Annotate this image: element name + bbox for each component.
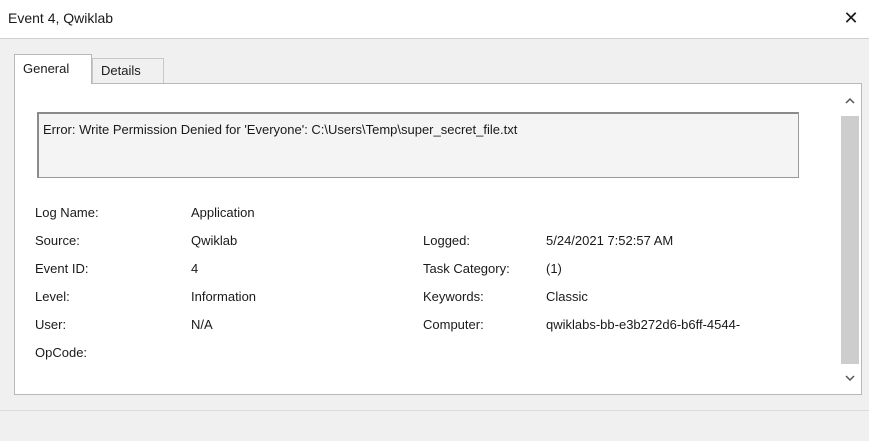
task-category-value: (1) bbox=[546, 261, 562, 276]
chevron-up-icon[interactable] bbox=[841, 94, 859, 112]
event-id-label: Event ID: bbox=[35, 261, 89, 276]
scroll-thumb[interactable] bbox=[841, 116, 859, 364]
general-panel: Error: Write Permission Denied for 'Ever… bbox=[14, 83, 862, 395]
opcode-label: OpCode: bbox=[35, 345, 88, 360]
computer-label: Computer: bbox=[423, 317, 484, 332]
level-value: Information bbox=[191, 289, 257, 304]
title-bar: Event 4, Qwiklab ✕ bbox=[0, 0, 869, 39]
close-button[interactable]: ✕ bbox=[839, 6, 863, 30]
tab-details[interactable]: Details bbox=[92, 58, 164, 84]
computer-value: qwiklabs-bb-e3b272d6-b6ff-4544- bbox=[546, 317, 741, 332]
source-label: Source: bbox=[35, 233, 80, 248]
keywords-label: Keywords: bbox=[423, 289, 484, 304]
logged-value: 5/24/2021 7:52:57 AM bbox=[546, 233, 674, 248]
chevron-down-icon[interactable] bbox=[841, 371, 859, 389]
user-value: N/A bbox=[191, 317, 213, 332]
window-title: Event 4, Qwiklab bbox=[8, 10, 114, 26]
event-message[interactable]: Error: Write Permission Denied for 'Ever… bbox=[37, 112, 799, 178]
keywords-value: Classic bbox=[546, 289, 588, 304]
level-label: Level: bbox=[35, 289, 70, 304]
source-value: Qwiklab bbox=[191, 233, 238, 248]
user-label: User: bbox=[35, 317, 67, 332]
log-name-label: Log Name: bbox=[35, 205, 99, 220]
footer-divider bbox=[0, 410, 869, 411]
tab-general[interactable]: General bbox=[14, 54, 92, 84]
log-name-value: Application bbox=[191, 205, 255, 220]
logged-label: Logged: bbox=[423, 233, 470, 248]
vertical-scrollbar[interactable] bbox=[841, 94, 859, 389]
task-category-label: Task Category: bbox=[423, 261, 510, 276]
event-id-value: 4 bbox=[191, 261, 199, 276]
